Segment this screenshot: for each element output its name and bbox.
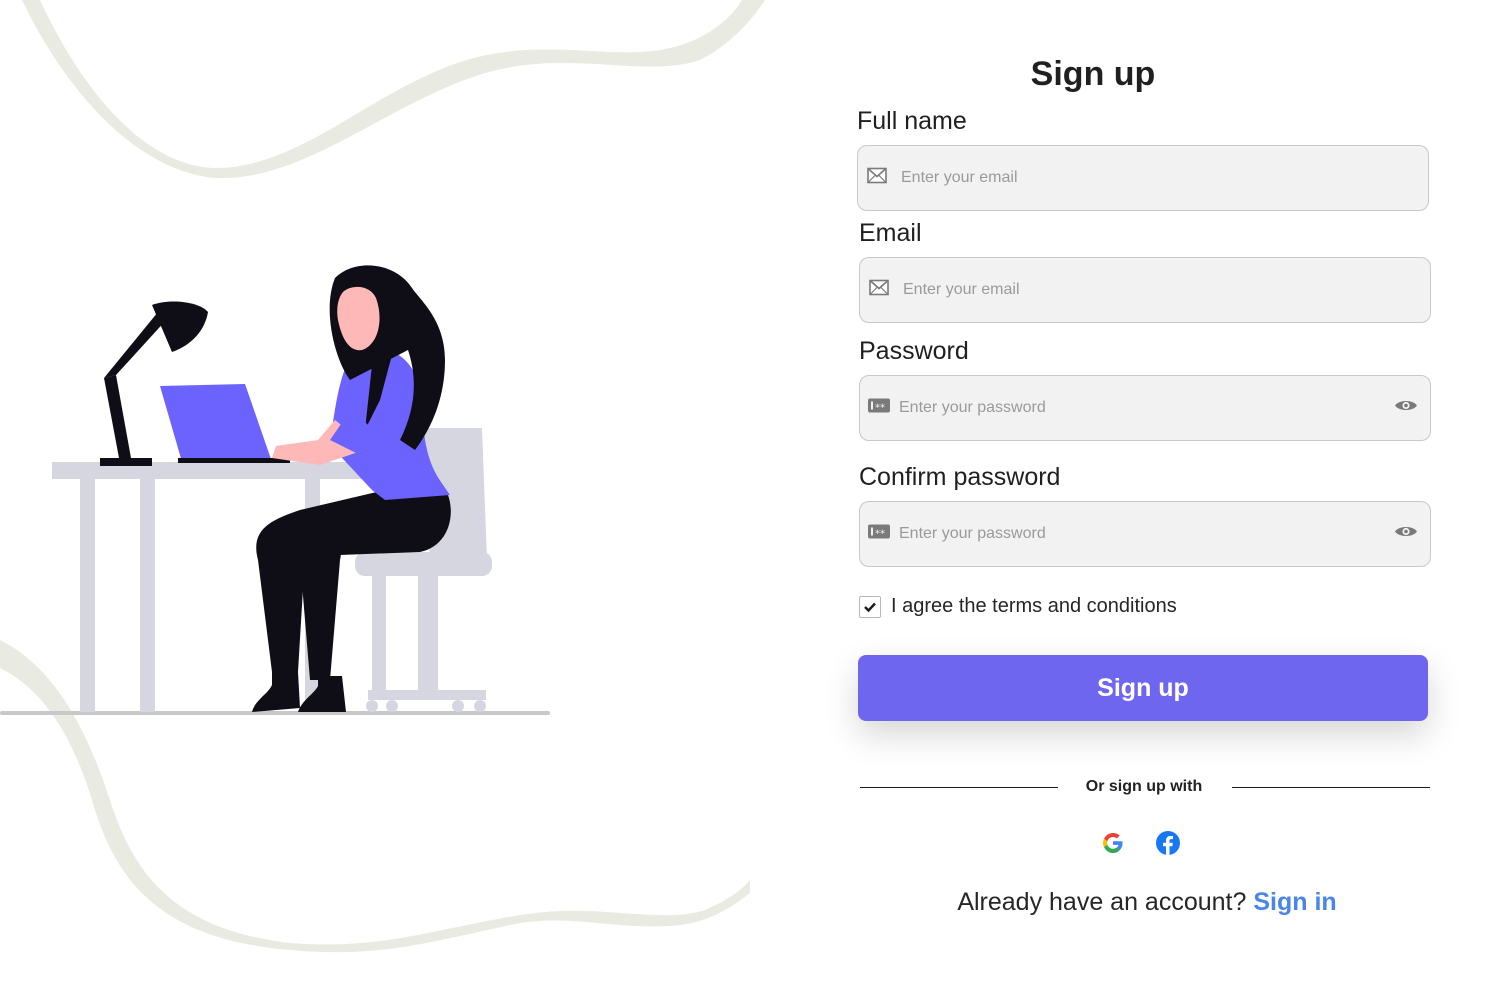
full-name-label: Full name	[857, 107, 967, 135]
svg-text:**: **	[875, 403, 885, 413]
password-input[interactable]	[899, 376, 1379, 440]
full-name-field[interactable]	[857, 145, 1429, 211]
confirm-password-input[interactable]	[899, 502, 1379, 566]
desk-leg	[140, 479, 155, 712]
confirm-password-label: Confirm password	[859, 463, 1061, 491]
divider-line-right	[1232, 787, 1430, 788]
laptop	[160, 384, 272, 462]
password-icon: **	[868, 398, 890, 418]
email-label: Email	[859, 219, 922, 247]
sign-up-button[interactable]: Sign up	[858, 655, 1428, 721]
chair-stem	[372, 570, 386, 694]
password-label: Password	[859, 337, 969, 365]
email-input[interactable]	[903, 258, 1413, 322]
password-icon: **	[868, 524, 890, 544]
desk-leg	[80, 479, 95, 712]
divider-line-left	[860, 787, 1058, 788]
illustration	[0, 0, 765, 953]
full-name-input[interactable]	[901, 146, 1411, 210]
checkmark-icon	[864, 602, 876, 613]
shoe	[252, 672, 300, 712]
terms-label[interactable]: I agree the terms and conditions	[891, 595, 1177, 618]
eye-icon[interactable]	[1394, 399, 1418, 418]
decorative-wave-top	[22, 0, 765, 179]
eye-icon[interactable]	[1394, 525, 1418, 544]
google-icon[interactable]	[1100, 830, 1126, 856]
sign-in-prompt: Already have an account? Sign in	[957, 888, 1336, 917]
svg-text:**: **	[875, 529, 885, 539]
sign-in-link[interactable]: Sign in	[1253, 888, 1336, 916]
confirm-password-field[interactable]: **	[859, 501, 1431, 567]
chair-stem	[418, 576, 438, 694]
sign-in-prompt-text: Already have an account?	[957, 888, 1247, 916]
envelope-icon	[869, 279, 889, 301]
chair-base	[368, 690, 486, 700]
page-title: Sign up	[1030, 55, 1156, 93]
terms-checkbox[interactable]	[859, 596, 881, 618]
divider-text: Or sign up with	[1085, 778, 1203, 795]
lamp	[100, 458, 152, 466]
envelope-icon	[867, 167, 887, 189]
password-field[interactable]: **	[859, 375, 1431, 441]
facebook-icon[interactable]	[1155, 830, 1181, 856]
email-field[interactable]	[859, 257, 1431, 323]
